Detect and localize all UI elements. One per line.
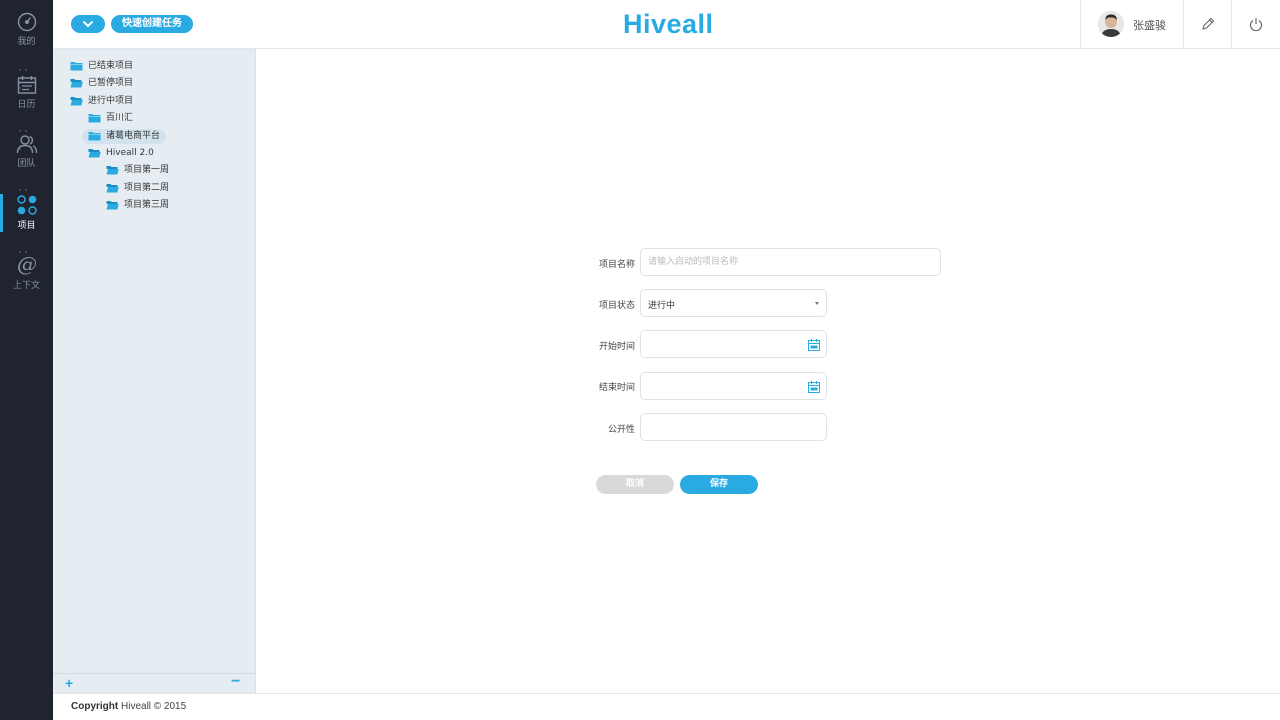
logout-button[interactable] bbox=[1231, 0, 1279, 48]
rail-label: 团队 bbox=[17, 159, 36, 169]
start-time-field[interactable] bbox=[640, 330, 827, 358]
end-time-label: 结束时间 bbox=[598, 383, 635, 393]
app-logo: Hiveall bbox=[623, 9, 714, 39]
copyright-rest: Hiveall © 2015 bbox=[118, 701, 187, 712]
user-name: 张盛骏 bbox=[1133, 19, 1166, 32]
end-time-input[interactable] bbox=[641, 373, 826, 399]
copyright-prefix: Copyright bbox=[71, 701, 119, 712]
tree-node-label: 已结束项目 bbox=[88, 61, 134, 71]
rail-item-project[interactable]: 项目 bbox=[0, 194, 53, 242]
project-tree: 已结束项目已暂停项目进行中项目百川汇诸葛电商平台 Hiveall 2.0 项目第一周… bbox=[53, 49, 256, 693]
calendar-icon bbox=[17, 76, 36, 94]
project-status-select[interactable]: 进行中 bbox=[640, 289, 827, 317]
rail-item-mine[interactable]: 我的 bbox=[0, 12, 53, 60]
project-status-value: 进行中 bbox=[648, 301, 676, 311]
calendar-picker-icon[interactable] bbox=[808, 381, 820, 393]
tree-node-label: 进行中项目 bbox=[88, 95, 134, 106]
cancel-button[interactable]: 取消 bbox=[596, 475, 674, 494]
tree-node-label: Hiveall 2.0 bbox=[106, 148, 154, 158]
team-icon bbox=[16, 135, 37, 154]
start-time-label: 开始时间 bbox=[598, 342, 635, 352]
rail-divider bbox=[19, 58, 35, 89]
public-label: 公开性 bbox=[607, 425, 635, 435]
rail-divider bbox=[19, 119, 35, 150]
chevron-down-icon bbox=[82, 20, 94, 28]
rail-divider bbox=[19, 178, 35, 209]
rail-label: 项目 bbox=[17, 221, 36, 231]
edit-button[interactable] bbox=[1183, 0, 1231, 48]
dashboard-icon bbox=[17, 12, 36, 32]
power-icon bbox=[1249, 18, 1263, 31]
copyright-text: Copyright Hiveall © 2015 bbox=[71, 701, 186, 712]
project-name-field[interactable] bbox=[640, 248, 941, 276]
tree-node-label: 百川汇 bbox=[106, 113, 134, 124]
avatar bbox=[1098, 11, 1124, 37]
remove-node-button[interactable]: − bbox=[231, 674, 240, 690]
end-time-field[interactable] bbox=[640, 372, 827, 400]
tree-node-label: 已暂停项目 bbox=[88, 78, 134, 89]
rail-label: 上下文 bbox=[12, 281, 40, 291]
calendar-picker-icon[interactable] bbox=[808, 339, 820, 351]
svg-text:@: @ bbox=[17, 254, 37, 276]
icon-rail: 我的 日历 团队 项目 @ 上下文 bbox=[0, 0, 53, 720]
rail-label: 我的 bbox=[17, 37, 36, 47]
rail-item-team[interactable]: 团队 bbox=[0, 134, 53, 182]
project-icon bbox=[16, 195, 37, 215]
tree-node-label: 项目第三周 bbox=[124, 200, 170, 211]
top-bar: 快速创建任务 Hiveall 张盛骏 bbox=[53, 0, 1280, 49]
public-field[interactable] bbox=[640, 413, 827, 441]
at-icon: @ bbox=[17, 254, 37, 276]
tree-toolbar: + − bbox=[53, 673, 256, 693]
pencil-icon bbox=[1202, 17, 1215, 30]
project-status-label: 项目状态 bbox=[598, 301, 635, 311]
rail-label: 日历 bbox=[17, 100, 36, 110]
add-node-button[interactable]: + bbox=[65, 676, 73, 690]
tree-node[interactable]: 诸葛电商平台 bbox=[82, 128, 167, 144]
tree-node-label: 项目第二周 bbox=[124, 182, 170, 193]
caret-down-icon bbox=[815, 302, 819, 305]
public-input[interactable] bbox=[641, 414, 826, 440]
rail-item-context[interactable]: @ 上下文 bbox=[0, 254, 53, 302]
start-time-input[interactable] bbox=[641, 331, 826, 357]
project-name-input[interactable] bbox=[641, 249, 940, 275]
project-name-label: 项目名称 bbox=[598, 260, 635, 270]
rail-item-calendar[interactable]: 日历 bbox=[0, 75, 53, 123]
tree-node-label: 诸葛电商平台 bbox=[106, 130, 161, 141]
rail-divider bbox=[19, 240, 35, 271]
menu-dropdown-button[interactable] bbox=[71, 15, 105, 33]
save-button[interactable]: 保存 bbox=[680, 475, 758, 494]
user-menu[interactable]: 张盛骏 bbox=[1080, 0, 1183, 48]
footer: Copyright Hiveall © 2015 bbox=[53, 693, 1280, 720]
quick-create-task-button[interactable]: 快速创建任务 bbox=[111, 15, 193, 33]
tree-node-label: 项目第一周 bbox=[124, 165, 170, 176]
